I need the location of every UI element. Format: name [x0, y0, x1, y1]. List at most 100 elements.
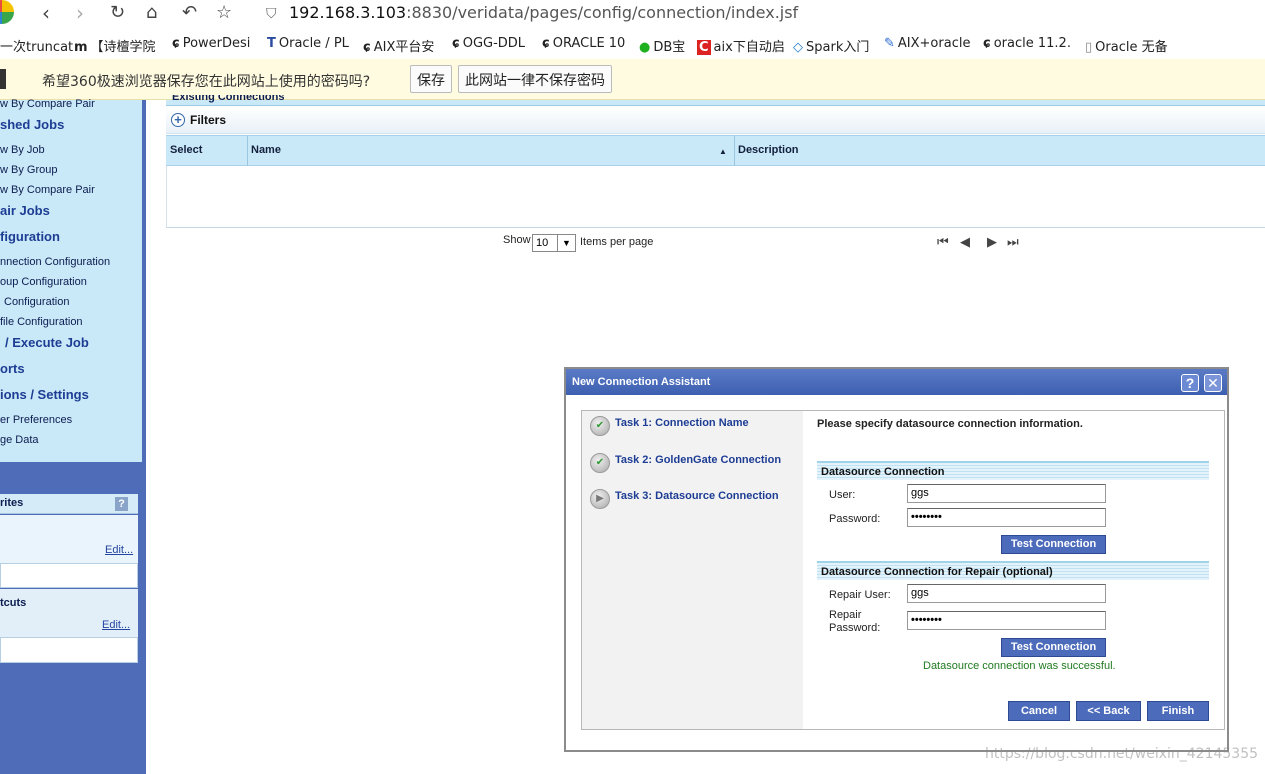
url-host: 192.168.3.103 — [289, 3, 407, 22]
test-connection-button[interactable]: Test Connection — [1001, 535, 1106, 554]
favorites-title: rites — [0, 497, 24, 509]
nav-heading[interactable]: figuration — [0, 229, 60, 244]
bookmark-item[interactable]: ● DB宝 — [639, 36, 685, 55]
browser-logo-icon — [0, 0, 14, 24]
url-field[interactable]: 192.168.3.103:8830/veridata/pages/config… — [289, 3, 798, 22]
form-intro: Please specify datasource connection inf… — [817, 418, 1083, 430]
dialog-close-icon[interactable]: ✕ — [1204, 374, 1222, 392]
grid-body — [166, 166, 1265, 228]
nav-item[interactable]: oup Configuration — [0, 276, 87, 288]
play-icon: ▶ — [590, 489, 610, 509]
grid-title-bar — [166, 100, 1265, 106]
bookmark-feather-icon: ɕ — [172, 36, 180, 51]
user-input[interactable]: ggs — [907, 484, 1106, 503]
repair-user-input[interactable]: ggs — [907, 584, 1106, 603]
repair-password-input[interactable]: •••••••• — [907, 611, 1106, 630]
shortcuts-edit-link[interactable]: Edit... — [102, 619, 130, 631]
bookmark-feather-icon: ɕ — [542, 36, 550, 51]
bookmark-item[interactable]: 一次truncat — [0, 36, 73, 55]
dialog-title: New Connection Assistant — [572, 376, 711, 388]
dialog-help-icon[interactable]: ? — [1181, 374, 1199, 392]
bookmark-item[interactable]: ɕ OGG-DDL — [452, 36, 525, 51]
bookmark-item[interactable]: ✎ AIX+oracle — [884, 36, 970, 51]
step-label: Task 1: Connection Name — [615, 417, 749, 429]
nav-item[interactable]: er Preferences — [0, 414, 72, 426]
bookmark-feather-icon: ɕ — [983, 36, 991, 51]
nav-item[interactable]: file Configuration — [0, 316, 83, 328]
bookmark-item[interactable]: ɕ AIX平台安 — [363, 36, 434, 55]
chevron-down-icon: ▼ — [557, 235, 575, 251]
undo-icon[interactable]: ↶ — [182, 1, 197, 25]
nav-heading[interactable]: / Execute Job — [5, 335, 89, 350]
step-label: Task 2: GoldenGate Connection — [615, 454, 782, 466]
help-icon[interactable]: ? — [115, 497, 128, 511]
never-save-password-button[interactable]: 此网站一律不保存密码 — [458, 65, 612, 93]
new-connection-dialog: New Connection Assistant ? ✕ ✔ Task 1: C… — [564, 367, 1229, 752]
cancel-button[interactable]: Cancel — [1007, 700, 1071, 722]
items-per-page-select[interactable]: 10 ▼ — [532, 234, 576, 252]
nav-heading[interactable]: air Jobs — [0, 203, 50, 218]
repair-password-label-line2: Password: — [829, 622, 881, 634]
nav-heading[interactable]: orts — [0, 361, 25, 376]
favorites-body: Edit... — [0, 515, 138, 563]
last-page-icon[interactable]: ⏭ — [1007, 234, 1019, 250]
filters-label[interactable]: Filters — [190, 113, 226, 127]
password-prompt-message: 希望360极速浏览器保存您在此网站上使用的密码吗? — [42, 74, 371, 90]
password-label: Password: — [829, 513, 881, 525]
nav-item[interactable]: w By Group — [0, 164, 57, 176]
bookmark-item[interactable]: T Oracle / PL — [267, 36, 349, 51]
check-icon: ✔ — [590, 416, 610, 436]
bookmark-item[interactable]: ◇ Spark入门 — [793, 36, 869, 55]
nav-item[interactable]: Configuration — [4, 296, 69, 308]
bookmark-item[interactable]: m 【诗檀学院 — [74, 36, 156, 55]
url-path: :8830/veridata/pages/config/connection/i… — [406, 3, 799, 22]
favorites-edit-link[interactable]: Edit... — [105, 544, 133, 556]
nav-item[interactable]: w By Compare Pair — [0, 98, 95, 110]
bookmark-t-icon: T — [267, 36, 276, 51]
test-repair-connection-button[interactable]: Test Connection — [1001, 638, 1106, 657]
column-header-select[interactable]: Select — [170, 144, 202, 156]
back-button[interactable]: << Back — [1075, 700, 1142, 722]
column-header-name[interactable]: Name — [251, 144, 281, 156]
dialog-title-bar[interactable]: New Connection Assistant ? ✕ — [566, 369, 1227, 395]
nav-item[interactable]: w By Job — [0, 144, 45, 156]
password-input[interactable]: •••••••• — [907, 508, 1106, 527]
bookmark-item[interactable]: ɕ oracle 11.2. — [983, 36, 1071, 51]
column-header-description[interactable]: Description — [738, 144, 799, 156]
first-page-icon[interactable]: ⏮ — [937, 234, 949, 250]
save-password-button[interactable]: 保存 — [410, 65, 452, 93]
expand-filters-icon[interactable]: + — [171, 113, 185, 127]
success-message: Datasource connection was successful. — [923, 660, 1116, 672]
shortcuts-header: tcuts — [0, 589, 138, 609]
section-header-repair: Datasource Connection for Repair (option… — [817, 561, 1209, 580]
nav-heading[interactable]: shed Jobs — [0, 117, 64, 132]
reload-icon[interactable]: ↻ — [110, 1, 125, 25]
next-page-icon[interactable]: ▶ — [987, 234, 997, 250]
sort-ascending-icon[interactable]: ▲ — [719, 147, 727, 156]
repair-password-label-line1: Repair — [829, 609, 862, 621]
home-icon[interactable]: ⌂ — [146, 1, 157, 25]
wizard-steps: ✔ Task 1: Connection Name ✔ Task 2: Gold… — [582, 411, 803, 729]
bookmark-item[interactable]: ɕ ORACLE 10 — [542, 36, 625, 51]
bookmark-pen-icon: ✎ — [884, 36, 895, 51]
key-icon — [0, 69, 6, 89]
nav-item[interactable]: w By Compare Pair — [0, 184, 95, 196]
nav-heading[interactable]: ions / Settings — [0, 387, 89, 402]
nav-item[interactable]: ge Data — [0, 434, 39, 446]
user-label: User: — [829, 489, 856, 501]
bookmark-code-icon: ◇ — [793, 40, 803, 55]
bookmark-item[interactable]: Caix下自动启 — [697, 36, 785, 55]
star-icon[interactable]: ☆ — [216, 1, 232, 25]
favorites-header: rites ? — [0, 494, 138, 514]
previous-page-icon[interactable]: ◀ — [960, 234, 970, 250]
finish-button[interactable]: Finish — [1146, 700, 1210, 722]
shortcuts-list — [0, 637, 138, 663]
forward-icon[interactable]: › — [76, 1, 84, 25]
back-icon[interactable]: ‹ — [42, 1, 50, 25]
bookmark-item[interactable]: ▯ Oracle 无备 — [1085, 36, 1168, 55]
repair-user-label: Repair User: — [829, 589, 891, 601]
bookmark-item[interactable]: ɕ PowerDesi — [172, 36, 250, 51]
nav-item[interactable]: nnection Configuration — [0, 256, 110, 268]
bookmark-feather-icon: ɕ — [363, 40, 371, 55]
filters-bar[interactable] — [166, 107, 1265, 134]
